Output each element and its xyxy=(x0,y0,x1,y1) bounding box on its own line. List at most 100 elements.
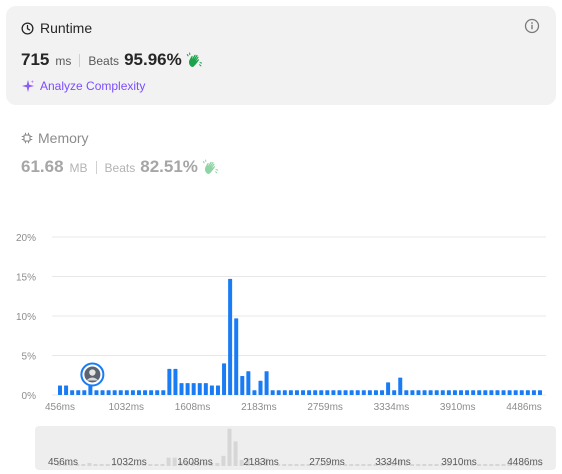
chart-bar xyxy=(373,390,378,395)
chart-bar xyxy=(240,376,245,395)
navigator-tick-label: 2183ms xyxy=(243,457,279,468)
navigator-bar xyxy=(483,464,488,466)
navigator-bar xyxy=(477,464,482,466)
navigator-bar xyxy=(233,441,238,466)
memory-section[interactable]: Memory 61.68 MB Beats 82.51% xyxy=(21,130,219,177)
runtime-distribution-chart[interactable]: 0% 5% 10% 15% 20% 456ms 1032ms 1608ms 2183ms 2759… xyxy=(0,225,562,415)
chart-bar xyxy=(88,385,93,395)
navigator-tick-label: 1608ms xyxy=(177,457,213,468)
chart-bar xyxy=(507,390,512,395)
navigator-bar xyxy=(172,457,177,466)
navigator-bar xyxy=(501,464,506,466)
chart-bar xyxy=(173,368,178,395)
x-tick-label: 2183ms xyxy=(241,402,277,413)
chart-bar xyxy=(252,390,257,395)
chart-bar xyxy=(489,390,494,395)
chart-bar xyxy=(112,390,117,395)
clock-icon xyxy=(21,21,34,35)
navigator-bar xyxy=(166,457,171,466)
chart-bar xyxy=(234,318,239,395)
chart-bar xyxy=(416,390,421,395)
memory-beats-label: Beats xyxy=(104,161,136,175)
chart-bar xyxy=(82,390,87,395)
avatar-marker xyxy=(80,362,105,387)
runtime-beats-value: 95.96% xyxy=(124,50,182,69)
x-tick-label: 3910ms xyxy=(440,402,476,413)
navigator-bar xyxy=(349,464,354,466)
chart-bar xyxy=(301,390,306,395)
chart-bar xyxy=(380,390,385,395)
chart-bar xyxy=(349,390,354,395)
chart-bar xyxy=(276,390,281,395)
chart-bar xyxy=(525,390,530,395)
info-icon[interactable] xyxy=(524,18,540,34)
navigator-bar xyxy=(282,464,287,466)
chart-bar xyxy=(155,390,160,395)
x-tick-label: 2759ms xyxy=(307,402,343,413)
runtime-card[interactable]: Runtime 715 ms Beats 95.96% Analyze Comp… xyxy=(6,6,556,105)
y-tick-label: 20% xyxy=(16,233,36,244)
navigator-bar xyxy=(355,464,360,466)
chart-bar xyxy=(367,390,372,395)
memory-unit: MB xyxy=(69,161,88,175)
clapping-hands-icon xyxy=(186,52,202,67)
chart-bar xyxy=(465,390,470,395)
chart-bar xyxy=(331,390,336,395)
chart-bar xyxy=(222,363,227,395)
navigator-tick-label: 4486ms xyxy=(507,457,543,468)
runtime-beats-label: Beats xyxy=(88,54,120,68)
chart-bar xyxy=(343,390,348,395)
navigator-bar xyxy=(154,464,159,466)
navigator-bar xyxy=(489,464,494,466)
chart-bar xyxy=(246,371,251,395)
chart-range-navigator[interactable]: 456ms 1032ms 1608ms 2183ms 2759ms 3334ms 3910m… xyxy=(35,426,556,470)
divider xyxy=(79,53,81,67)
chart-bar xyxy=(197,383,202,395)
navigator-bar xyxy=(215,462,220,466)
chart-bar xyxy=(215,385,220,395)
navigator-bar xyxy=(81,464,86,466)
runtime-unit: ms xyxy=(55,54,72,68)
navigator-bar xyxy=(361,464,366,466)
navigator-bar xyxy=(87,462,92,466)
navigator-bar xyxy=(416,464,421,466)
chart-bar xyxy=(106,390,111,395)
chart-bar xyxy=(428,390,433,395)
navigator-bar xyxy=(294,464,299,466)
chart-bar xyxy=(118,390,123,395)
chart-bar xyxy=(258,380,263,395)
chart-bar xyxy=(307,390,312,395)
chart-bar xyxy=(319,390,324,395)
chart-bar xyxy=(264,371,269,395)
memory-metric: 61.68 MB Beats 82.51% xyxy=(21,157,219,177)
y-tick-label: 10% xyxy=(16,312,36,323)
navigator-tick-label: 1032ms xyxy=(111,457,147,468)
chart-bar xyxy=(483,390,488,395)
runtime-header: Runtime xyxy=(21,20,92,36)
chart-bar xyxy=(294,390,299,395)
x-tick-label: 4486ms xyxy=(506,402,542,413)
analyze-complexity-label: Analyze Complexity xyxy=(40,79,146,93)
chart-bar xyxy=(519,390,524,395)
clapping-hands-icon xyxy=(202,159,218,174)
navigator-tick-label: 2759ms xyxy=(309,457,345,468)
x-tick-label: 1032ms xyxy=(108,402,144,413)
chart-bar xyxy=(446,390,451,395)
navigator-bar xyxy=(300,464,305,466)
navigator-tick-label: 3334ms xyxy=(375,457,411,468)
x-tick-label: 456ms xyxy=(45,402,75,413)
analyze-complexity-button[interactable]: Analyze Complexity xyxy=(21,79,145,93)
chart-bar xyxy=(64,385,69,395)
navigator-bar xyxy=(428,464,433,466)
navigator-mini-chart: 456ms 1032ms 1608ms 2183ms 2759ms 3334ms 3910m… xyxy=(48,428,543,468)
navigator-bar xyxy=(227,428,232,466)
chart-bar xyxy=(191,383,196,395)
memory-title: Memory xyxy=(38,130,89,146)
runtime-title: Runtime xyxy=(40,20,93,36)
navigator-bar xyxy=(221,455,226,466)
navigator-bar xyxy=(93,464,98,466)
chart-bar xyxy=(410,390,415,395)
navigator-bar xyxy=(434,464,439,466)
navigator-bar xyxy=(367,464,372,466)
chart-bar xyxy=(471,390,476,395)
